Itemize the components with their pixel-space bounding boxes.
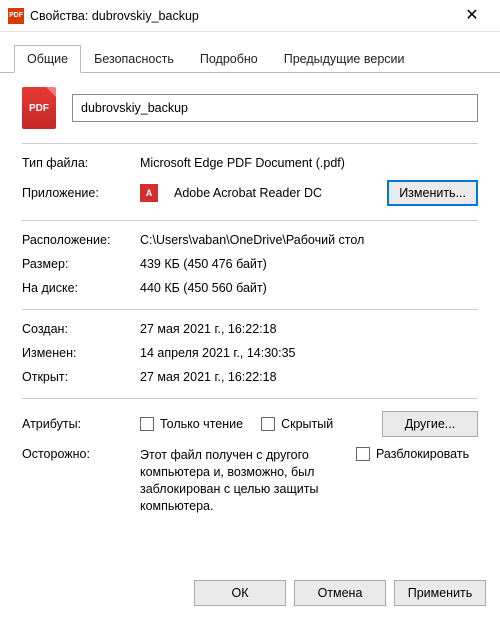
created-row: Создан: 27 мая 2021 г., 16:22:18: [22, 322, 478, 336]
app-value: Adobe Acrobat Reader DC: [174, 186, 379, 200]
modified-row: Изменен: 14 апреля 2021 г., 14:30:35: [22, 346, 478, 360]
separator: [22, 220, 478, 221]
dialog-footer: ОК Отмена Применить: [0, 570, 500, 620]
ok-button[interactable]: ОК: [194, 580, 286, 606]
titlebar: PDF Свойства: dubrovskiy_backup ✕: [0, 0, 500, 32]
pdf-file-icon: PDF: [22, 87, 56, 129]
security-content: Этот файл получен с другого компьютера и…: [140, 447, 478, 515]
accessed-row: Открыт: 27 мая 2021 г., 16:22:18: [22, 370, 478, 384]
ondisk-value: 440 КБ (450 560 байт): [140, 281, 478, 295]
security-warning-text: Этот файл получен с другого компьютера и…: [140, 447, 340, 515]
separator: [22, 309, 478, 310]
tab-details[interactable]: Подробно: [187, 45, 271, 73]
created-label: Создан:: [22, 322, 140, 336]
ondisk-label: На диске:: [22, 281, 140, 295]
file-type-value: Microsoft Edge PDF Document (.pdf): [140, 156, 478, 170]
tab-security[interactable]: Безопасность: [81, 45, 187, 73]
checkbox-box: [140, 417, 154, 431]
attributes-label: Атрибуты:: [22, 417, 140, 431]
advanced-button[interactable]: Другие...: [382, 411, 478, 437]
modified-label: Изменен:: [22, 346, 140, 360]
accessed-label: Открыт:: [22, 370, 140, 384]
file-type-row: Тип файла: Microsoft Edge PDF Document (…: [22, 156, 478, 170]
change-app-button[interactable]: Изменить...: [387, 180, 478, 206]
created-value: 27 мая 2021 г., 16:22:18: [140, 322, 478, 336]
unblock-checkbox[interactable]: Разблокировать: [356, 447, 469, 461]
tab-content: PDF Тип файла: Microsoft Edge PDF Docume…: [0, 73, 500, 535]
hidden-label: Скрытый: [281, 417, 333, 431]
filename-input[interactable]: [72, 94, 478, 122]
location-label: Расположение:: [22, 233, 140, 247]
hidden-checkbox[interactable]: Скрытый: [261, 417, 333, 431]
ondisk-row: На диске: 440 КБ (450 560 байт): [22, 281, 478, 295]
tab-strip: Общие Безопасность Подробно Предыдущие в…: [0, 32, 500, 73]
tab-previous-versions[interactable]: Предыдущие версии: [271, 45, 418, 73]
tab-general[interactable]: Общие: [14, 45, 81, 73]
checkbox-box: [356, 447, 370, 461]
close-icon[interactable]: ✕: [452, 8, 492, 24]
window-title: Свойства: dubrovskiy_backup: [30, 9, 452, 23]
security-warning-row: Осторожно: Этот файл получен с другого к…: [22, 447, 478, 515]
filename-row: PDF: [22, 87, 478, 129]
app-row: Приложение: A Adobe Acrobat Reader DC Из…: [22, 180, 478, 206]
cancel-button[interactable]: Отмена: [294, 580, 386, 606]
readonly-checkbox[interactable]: Только чтение: [140, 417, 243, 431]
location-value: C:\Users\vaban\OneDrive\Рабочий стол: [140, 233, 478, 247]
pdf-app-icon: PDF: [8, 8, 24, 24]
location-row: Расположение: C:\Users\vaban\OneDrive\Ра…: [22, 233, 478, 247]
checkbox-box: [261, 417, 275, 431]
modified-value: 14 апреля 2021 г., 14:30:35: [140, 346, 478, 360]
file-type-label: Тип файла:: [22, 156, 140, 170]
acrobat-icon: A: [140, 184, 158, 202]
unblock-label: Разблокировать: [376, 447, 469, 461]
security-label: Осторожно:: [22, 447, 140, 461]
separator: [22, 143, 478, 144]
size-row: Размер: 439 КБ (450 476 байт): [22, 257, 478, 271]
separator: [22, 398, 478, 399]
readonly-label: Только чтение: [160, 417, 243, 431]
app-label: Приложение:: [22, 186, 140, 200]
attributes-controls: Только чтение Скрытый Другие...: [140, 411, 478, 437]
attributes-row: Атрибуты: Только чтение Скрытый Другие..…: [22, 411, 478, 437]
size-label: Размер:: [22, 257, 140, 271]
app-value-wrap: A Adobe Acrobat Reader DC Изменить...: [140, 180, 478, 206]
apply-button[interactable]: Применить: [394, 580, 486, 606]
size-value: 439 КБ (450 476 байт): [140, 257, 478, 271]
accessed-value: 27 мая 2021 г., 16:22:18: [140, 370, 478, 384]
